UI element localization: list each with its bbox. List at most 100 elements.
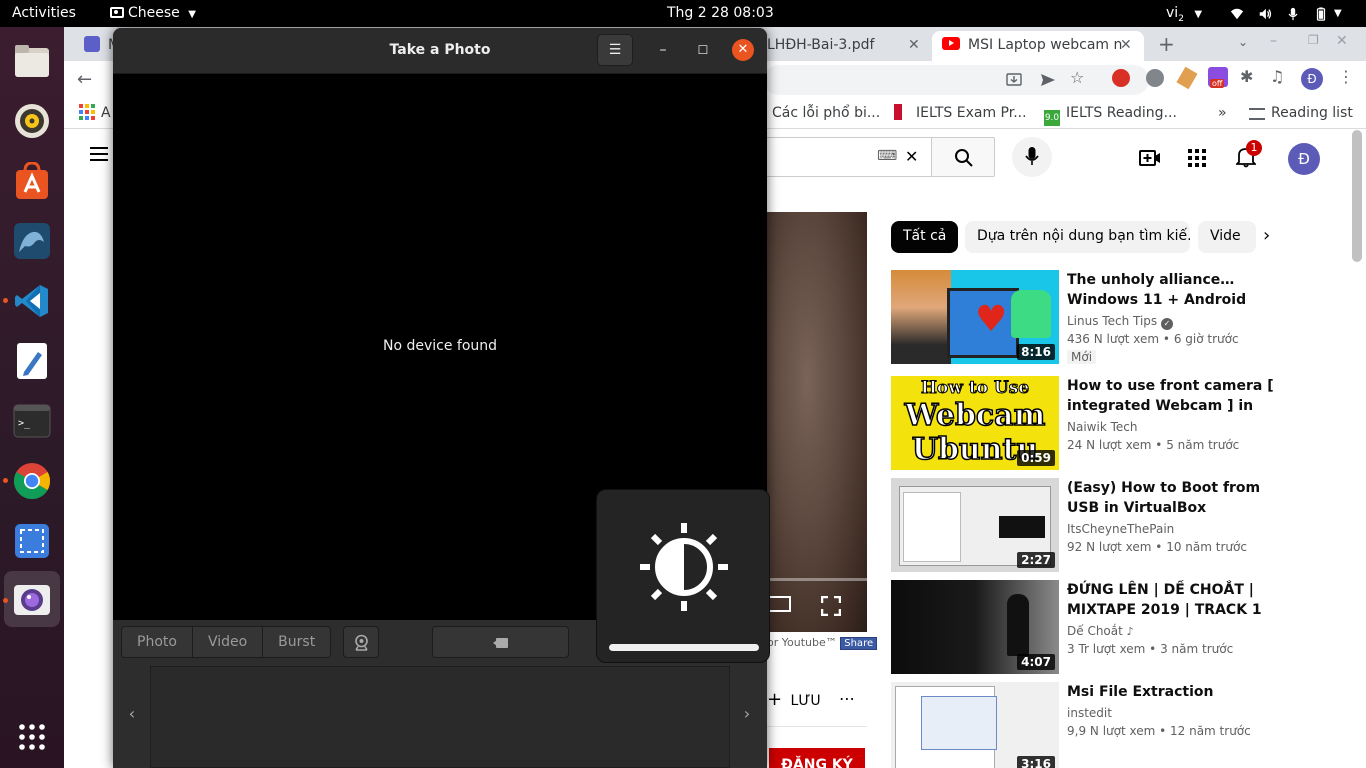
video-thumbnail[interactable]: 2:27: [891, 478, 1059, 572]
channel-name[interactable]: ItsCheyneThePain: [1067, 522, 1174, 536]
clear-search-icon[interactable]: ✕: [905, 147, 918, 166]
chip-all[interactable]: Tất cả: [891, 221, 959, 253]
video-player[interactable]: [767, 212, 867, 632]
chevron-right-icon[interactable]: ›: [740, 704, 754, 723]
profile-avatar[interactable]: Đ: [1301, 68, 1323, 90]
tab-youtube[interactable]: MSI Laptop webcam n ✕: [932, 31, 1144, 61]
fullscreen-icon[interactable]: [821, 596, 841, 616]
keyboard-icon[interactable]: ⌨: [877, 148, 897, 164]
save-icon[interactable]: +: [767, 689, 782, 710]
tab-search-icon[interactable]: ⌄: [1238, 35, 1248, 49]
mode-video-button[interactable]: Video: [192, 627, 264, 657]
theater-mode-icon[interactable]: [767, 596, 791, 612]
take-photo-button[interactable]: [432, 626, 569, 658]
bookmark-ielts-reading[interactable]: 9.0 IELTS Reading...: [1044, 99, 1177, 129]
video-progress-bar[interactable]: [767, 578, 867, 581]
list-item[interactable]: How to Use Webcam Ubuntu 0:59 How to use…: [891, 376, 1291, 470]
page-scrollbar[interactable]: [1352, 130, 1362, 262]
window-minimize-button[interactable]: –: [1270, 33, 1277, 49]
system-tray[interactable]: ▼: [1216, 0, 1342, 27]
chevron-left-icon[interactable]: ‹: [125, 704, 139, 723]
install-icon[interactable]: [1006, 72, 1022, 88]
cheese-headerbar[interactable]: Take a Photo ☰ – ☐ ✕: [113, 28, 767, 74]
dock-software[interactable]: [12, 161, 52, 201]
extension-record-icon[interactable]: [1112, 69, 1130, 87]
video-thumbnail[interactable]: How to Use Webcam Ubuntu 0:59: [891, 376, 1059, 470]
list-item[interactable]: 2:27 (Easy) How to Boot from USB in Virt…: [891, 478, 1291, 572]
video-title[interactable]: ĐỨNG LÊN | DẾ CHOẮT | MIXTAPE 2019 | TRA…: [1067, 580, 1277, 620]
hamburger-menu-icon[interactable]: [90, 147, 108, 161]
list-item[interactable]: ♥ 8:16 The unholy alliance… Windows 11 +…: [891, 270, 1291, 364]
dock-mysql-workbench[interactable]: [12, 221, 52, 261]
channel-name[interactable]: Linus Tech Tips ✓: [1067, 314, 1173, 330]
extension-block-icon[interactable]: [1146, 69, 1164, 87]
thumbnail-area[interactable]: [150, 666, 730, 768]
window-restore-button[interactable]: ❐: [1308, 33, 1319, 47]
reading-list-button[interactable]: Reading list: [1249, 99, 1353, 129]
video-thumbnail[interactable]: ♥ 8:16: [891, 270, 1059, 364]
clock[interactable]: Thg 2 28 08:03: [667, 0, 774, 27]
bookmark-ielts-exam[interactable]: IELTS Exam Pr...: [894, 99, 1027, 129]
window-close-button[interactable]: ✕: [1336, 33, 1348, 49]
more-actions-icon[interactable]: ⋯: [839, 689, 855, 708]
notifications-button[interactable]: 1: [1234, 140, 1262, 172]
apps-grid-icon[interactable]: [1188, 149, 1206, 167]
chrome-menu-icon[interactable]: ⋮: [1338, 67, 1354, 86]
dock-screenshot[interactable]: [12, 521, 52, 561]
tab-close-icon[interactable]: ✕: [908, 31, 920, 59]
create-video-icon[interactable]: [1139, 149, 1161, 167]
media-control-icon[interactable]: ♫: [1270, 67, 1284, 86]
extensions-puzzle-icon[interactable]: ✱: [1240, 67, 1253, 86]
share-button[interactable]: Share: [840, 637, 878, 650]
chevron-right-icon[interactable]: ›: [1263, 225, 1270, 246]
channel-name[interactable]: Dế Choắt ♪: [1067, 624, 1134, 638]
chip-based-on-search[interactable]: Dựa trên nội dung bạn tìm kiế...: [965, 221, 1190, 253]
bookmark-cac-loi[interactable]: Các lỗi phổ bi...: [772, 99, 880, 129]
hamburger-menu-button[interactable]: ☰: [597, 34, 633, 66]
send-icon[interactable]: [1040, 72, 1056, 88]
list-item[interactable]: 3:16 Msi File Extraction instedit 9,9 N …: [891, 682, 1291, 768]
app-menu[interactable]: Cheese ▼: [110, 0, 196, 27]
mode-photo-button[interactable]: Photo: [122, 627, 193, 657]
youtube-avatar[interactable]: Đ: [1288, 143, 1320, 175]
mode-burst-button[interactable]: Burst: [263, 627, 331, 657]
window-maximize-button[interactable]: ☐: [693, 38, 713, 62]
dock-rhythmbox[interactable]: [12, 101, 52, 141]
window-minimize-button[interactable]: –: [653, 38, 673, 62]
dock-text-editor[interactable]: [12, 341, 52, 381]
bookmark-apps[interactable]: A: [79, 99, 111, 129]
video-title[interactable]: (Easy) How to Boot from USB in VirtualBo…: [1067, 478, 1277, 518]
tab-pdf[interactable]: LHĐH-Bai-3.pdf ✕: [767, 31, 932, 61]
channel-name[interactable]: instedit: [1067, 706, 1112, 720]
address-bar[interactable]: ☆: [764, 65, 1149, 95]
dock-cheese[interactable]: [12, 579, 52, 619]
voice-search-button[interactable]: [1012, 137, 1052, 177]
dock-chrome[interactable]: [12, 461, 52, 501]
dock-vscode[interactable]: [12, 281, 52, 321]
extension-pen-icon[interactable]: [1176, 66, 1198, 90]
dock-files[interactable]: [12, 41, 52, 81]
channel-name[interactable]: Naiwik Tech: [1067, 420, 1137, 434]
input-method-indicator[interactable]: vi2 ▼: [1166, 0, 1202, 27]
effects-button[interactable]: [343, 626, 379, 658]
activities-button[interactable]: Activities: [12, 0, 76, 27]
list-item[interactable]: 4:07 ĐỨNG LÊN | DẾ CHOẮT | MIXTAPE 2019 …: [891, 580, 1291, 674]
window-close-button[interactable]: ✕: [732, 39, 754, 61]
video-title[interactable]: How to use front camera [ integrated Web…: [1067, 376, 1277, 416]
subscribe-button[interactable]: ĐĂNG KÝ: [769, 748, 865, 768]
chip-video[interactable]: Vide: [1198, 221, 1256, 253]
save-button[interactable]: LƯU: [791, 693, 821, 709]
search-button[interactable]: [931, 137, 995, 177]
bookmarks-overflow[interactable]: »: [1218, 99, 1227, 129]
bookmark-star-icon[interactable]: ☆: [1070, 68, 1084, 87]
video-thumbnail[interactable]: 3:16: [891, 682, 1059, 768]
video-title[interactable]: Msi File Extraction: [1067, 682, 1277, 702]
video-thumbnail[interactable]: 4:07: [891, 580, 1059, 674]
video-title[interactable]: The unholy alliance… Windows 11 + Androi…: [1067, 270, 1277, 310]
back-arrow-icon[interactable]: ←: [77, 69, 92, 90]
extension-off-icon[interactable]: off: [1208, 67, 1228, 88]
dock-show-apps[interactable]: [12, 717, 52, 757]
tab-close-icon[interactable]: ✕: [1120, 31, 1132, 59]
dock-terminal[interactable]: >_: [12, 401, 52, 441]
new-tab-button[interactable]: +: [1158, 31, 1175, 57]
